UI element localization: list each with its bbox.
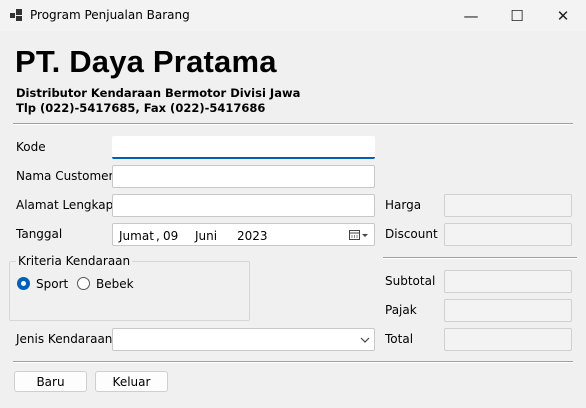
baru-button[interactable]: Baru [14,371,87,392]
kriteria-groupbox [9,261,250,321]
radio-sport[interactable] [17,277,30,290]
tanggal-datepicker[interactable]: Jumat , 09 Juni 2023 [112,223,375,246]
minimize-button[interactable]: — [448,0,494,31]
nama-customer-label: Nama Customer [16,169,114,183]
date-separator: , [156,229,160,243]
app-icon [10,9,22,21]
harga-label: Harga [385,198,422,212]
company-contact: Tlp (022)-5417685, Fax (022)-5417686 [16,101,266,115]
harga-field[interactable] [444,194,572,217]
alamat-label: Alamat Lengkap [16,198,114,212]
kode-input[interactable] [112,136,375,159]
date-dayname: Jumat [119,229,154,243]
kriteria-title: Kriteria Kendaraan [16,254,133,268]
pajak-label: Pajak [385,303,417,317]
close-button[interactable]: ✕ [540,0,586,31]
subtotal-label: Subtotal [385,274,436,288]
minimize-icon: — [463,6,479,25]
total-label: Total [385,332,414,346]
summary-divider [383,257,577,259]
nama-customer-input[interactable] [112,165,375,188]
footer-divider [13,361,573,363]
company-name: PT. Daya Pratama [15,44,277,79]
date-month: Juni [195,229,218,243]
discount-label: Discount [385,227,438,241]
jenis-kendaraan-label: Jenis Kendaraan [16,332,113,346]
maximize-icon: ☐ [510,6,524,25]
jenis-kendaraan-select[interactable] [112,328,375,351]
window-title: Program Penjualan Barang [30,8,190,22]
keluar-button[interactable]: Keluar [95,371,168,392]
alamat-input[interactable] [112,194,375,217]
total-field[interactable] [444,328,572,351]
subtotal-field[interactable] [444,270,572,293]
maximize-button[interactable]: ☐ [494,0,540,31]
pajak-field[interactable] [444,299,572,322]
date-year: 2023 [237,229,268,243]
close-icon: ✕ [556,6,570,25]
radio-sport-label[interactable]: Sport [36,277,68,291]
kode-label: Kode [16,140,46,154]
date-day: 09 [163,229,179,243]
chevron-down-icon [360,337,370,343]
radio-bebek-label[interactable]: Bebek [96,277,134,291]
radio-bebek[interactable] [77,277,90,290]
company-description: Distributor Kendaraan Bermotor Divisi Ja… [16,86,301,100]
discount-field[interactable] [444,223,572,246]
tanggal-label: Tanggal [16,227,63,241]
calendar-dropdown-icon[interactable] [349,229,371,241]
header-divider [13,123,573,125]
